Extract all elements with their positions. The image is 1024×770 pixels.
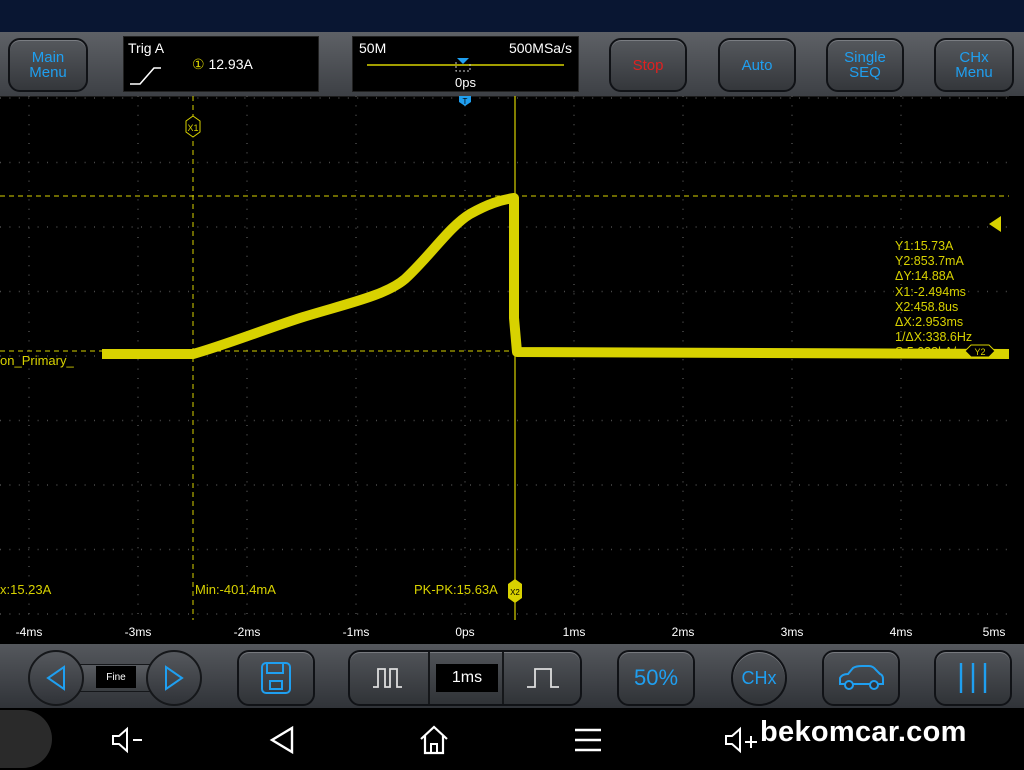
volume-down-icon [112,726,142,754]
cursor-bars-icon [959,663,987,693]
auto-button[interactable]: Auto [718,38,796,92]
arrow-left-icon [46,665,65,691]
x2-marker-label: X2 [510,588,520,597]
stop-label: Stop [632,56,664,74]
fine-control: Fine [28,650,202,706]
meas-slope: S:5.038kA/s [895,345,963,360]
trigger-label: Trig A [128,40,165,56]
channel-name-label: on_Primary_ [0,353,74,368]
fine-right-button[interactable] [146,650,202,706]
back-button[interactable] [262,720,302,760]
waveform-canvas: X1 T X2 Y2 [0,96,1009,620]
stop-button[interactable]: Stop [609,38,687,92]
home-button[interactable] [414,720,454,760]
right-edge [1009,96,1024,620]
timebase-position-bar [367,58,564,72]
rising-edge-icon [130,67,161,85]
timebase-control: 1ms [348,650,582,706]
main-menu-label-line2: Menu [29,64,67,81]
vehicle-button[interactable] [822,650,900,706]
waveform-display[interactable]: X1 T X2 Y2 on_Primary_ Y1:15.73A Y2:853.… [0,96,1009,620]
x1-marker-label: X1 [187,123,198,133]
meas-delta-x: ΔX:2.953ms [895,315,964,330]
x-tick: -3ms [124,625,152,639]
pulse-wide-icon [527,668,559,688]
channel-1-symbol: ① [192,56,205,72]
volume-up-icon [725,726,757,754]
stat-pk-pk: PK-PK:15.63A [414,582,498,597]
save-icon [261,662,291,694]
meas-delta-y: ΔY:14.88A [895,269,955,284]
pulse-narrow-icon [373,668,402,688]
trigger-level: ① 12.93A [192,56,253,73]
chx-menu-line2: Menu [955,64,993,81]
waveform-trace [102,193,1009,359]
menu-icon [575,728,601,752]
menu-button[interactable] [568,720,608,760]
fifty-percent-label: 50% [633,665,679,690]
timebase-value: 1ms [436,664,498,692]
x-tick: 4ms [889,625,913,639]
stat-min: Min:-401.4mA [195,582,276,597]
volume-down-button[interactable] [108,720,148,760]
meas-y1: Y1:15.73A [895,239,954,253]
trigger-level-value: 12.93A [208,56,253,72]
time-axis: -4ms -3ms -2ms -1ms 0ps 1ms 2ms 3ms 4ms … [0,620,1024,644]
x-tick: -1ms [342,625,370,639]
stat-max: x:15.23A [0,582,52,597]
cursor-measurements: Y1:15.73A Y2:853.7mA ΔY:14.88A X1:-2.494… [895,239,972,361]
x-tick: 3ms [780,625,804,639]
save-button[interactable] [237,650,315,706]
x-tick: 5ms [982,625,1006,639]
fine-left-button[interactable] [28,650,84,706]
timebase-increase-button[interactable] [502,652,580,704]
arrow-right-icon [165,665,184,691]
single-seq-line2: SEQ [849,64,881,81]
meas-y2: Y2:853.7mA [895,254,964,269]
x-tick: 1ms [562,625,586,639]
volume-up-button[interactable] [722,720,762,760]
memory-depth: 50M [359,40,387,56]
x-tick: -2ms [233,625,261,639]
fine-label: Fine [96,666,136,688]
y2-marker-label: Y2 [974,347,985,357]
x-tick: 2ms [671,625,695,639]
back-icon [269,725,294,755]
timebase-panel[interactable]: 50M 500MSa/s 0ps [352,36,579,92]
status-bar [0,0,1024,32]
main-menu-button[interactable]: Main Menu [8,38,88,92]
single-seq-line1: Single [844,49,886,66]
auto-label: Auto [741,56,773,74]
chx-button[interactable]: CHx [731,650,787,706]
cursor-menu-button[interactable] [934,650,1012,706]
chx-menu-line1: CHx [959,49,989,66]
single-seq-button[interactable]: Single SEQ [826,38,904,92]
y1-cursor-arrow-icon[interactable] [989,216,1001,232]
top-toolbar: Main Menu Trig A ① 12.93A 50M 500MSa/s 0p… [0,32,1024,97]
trigger-position-label: T [463,97,468,106]
meas-x2: X2:458.8us [895,299,959,314]
fifty-percent-button[interactable]: 50% [617,650,695,706]
home-icon [420,725,448,755]
watermark: bekomcar.com [760,716,967,748]
nav-pill [0,710,52,768]
meas-x1: X1:-2.494ms [895,284,966,299]
sample-rate: 500MSa/s [508,40,572,56]
main-menu-label-line1: Main [31,49,65,66]
x-tick: 0ps [455,625,475,639]
meas-frequency: 1/ΔX:338.6Hz [895,330,973,345]
bottom-toolbar: Fine 1ms 50% CHx [0,644,1024,708]
chx-label: CHx [741,667,777,688]
car-icon [839,665,884,690]
chx-menu-button[interactable]: CHx Menu [934,38,1014,92]
x-tick: -4ms [15,625,43,639]
timebase-decrease-button[interactable] [350,652,430,704]
trigger-panel[interactable]: Trig A ① 12.93A [123,36,319,92]
horizontal-position: 0ps [455,75,476,90]
